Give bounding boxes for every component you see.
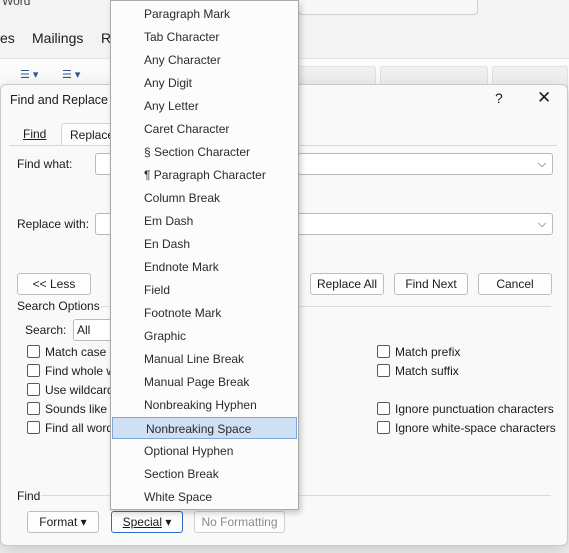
caret-down-icon: ▾ (80, 515, 87, 529)
word-search-box[interactable] (298, 0, 478, 15)
menu-item[interactable]: Any Letter (111, 95, 298, 117)
menu-item[interactable]: Endnote Mark (111, 256, 298, 278)
cancel-button[interactable]: Cancel (478, 273, 552, 295)
match-suffix-option[interactable]: Match suffix (377, 363, 459, 379)
checkbox[interactable] (27, 402, 40, 415)
search-direction-value: All (77, 323, 91, 337)
chevron-down-icon[interactable]: ⌵ (535, 217, 549, 231)
dialog-title: Find and Replace (10, 93, 108, 107)
replace-with-label: Replace with: (17, 217, 90, 231)
menu-item[interactable]: Optional Hyphen (111, 440, 298, 462)
menu-item[interactable]: Any Character (111, 49, 298, 71)
find-all-word-forms-option[interactable]: Find all word (27, 420, 113, 436)
less-button[interactable]: << Less (17, 273, 91, 295)
tab-find[interactable]: Find (15, 123, 54, 145)
caret-down-icon: ▾ (165, 515, 172, 529)
use-wildcards-option[interactable]: Use wildcard (27, 382, 114, 398)
match-prefix-option[interactable]: Match prefix (377, 344, 460, 360)
format-button[interactable]: Format ▾ (27, 511, 99, 533)
checkbox[interactable] (27, 345, 40, 358)
menu-item[interactable]: § Section Character (111, 141, 298, 163)
menu-item[interactable]: Tab Character (111, 26, 298, 48)
match-case-option[interactable]: Match case (27, 344, 106, 360)
menu-item[interactable]: Section Break (111, 463, 298, 485)
menu-item[interactable]: Manual Page Break (111, 371, 298, 393)
find-what-label: Find what: (17, 157, 73, 171)
checkbox[interactable] (377, 402, 390, 415)
find-section-label: Find (17, 489, 41, 503)
menu-item-selected[interactable]: Nonbreaking Space (112, 417, 297, 439)
ignore-punctuation-option[interactable]: Ignore punctuation characters (377, 401, 554, 417)
menu-item[interactable]: Manual Line Break (111, 348, 298, 370)
chevron-down-icon[interactable]: ⌵ (535, 157, 549, 171)
special-menu: Paragraph Mark Tab Character Any Charact… (110, 0, 299, 510)
close-icon[interactable]: ✕ (537, 88, 551, 108)
menu-item[interactable]: White Space (111, 486, 298, 508)
menu-item[interactable]: ¶ Paragraph Character (111, 164, 298, 186)
no-formatting-button[interactable]: No Formatting (194, 511, 285, 533)
menu-item[interactable]: Graphic (111, 325, 298, 347)
help-icon[interactable]: ? (495, 90, 503, 106)
checkbox[interactable] (377, 364, 390, 377)
search-options-label: Search Options (17, 299, 100, 313)
menu-item[interactable]: Footnote Mark (111, 302, 298, 324)
menu-item[interactable]: Nonbreaking Hyphen (111, 394, 298, 416)
search-label: Search: (25, 323, 67, 337)
checkbox[interactable] (27, 383, 40, 396)
ribbon-tab-mailings[interactable]: Mailings (32, 30, 83, 46)
menu-item[interactable]: En Dash (111, 233, 298, 255)
ignore-whitespace-option[interactable]: Ignore white-space characters (377, 420, 556, 436)
menu-item[interactable]: Field (111, 279, 298, 301)
checkbox[interactable] (27, 421, 40, 434)
menu-item[interactable]: Any Digit (111, 72, 298, 94)
word-app-title: Word (2, 0, 31, 8)
menu-item[interactable]: Paragraph Mark (111, 3, 298, 25)
checkbox[interactable] (377, 345, 390, 358)
menu-item[interactable]: Column Break (111, 187, 298, 209)
menu-item[interactable]: Caret Character (111, 118, 298, 140)
find-next-button[interactable]: Find Next (394, 273, 468, 295)
checkbox[interactable] (27, 364, 40, 377)
find-whole-words-option[interactable]: Find whole w (27, 363, 115, 379)
special-button[interactable]: Special ▾ (111, 511, 183, 533)
checkbox[interactable] (377, 421, 390, 434)
menu-item[interactable]: Em Dash (111, 210, 298, 232)
sounds-like-option[interactable]: Sounds like ( (27, 401, 114, 417)
ribbon-tab-partial[interactable]: es (0, 30, 15, 46)
replace-all-button[interactable]: Replace All (310, 273, 384, 295)
